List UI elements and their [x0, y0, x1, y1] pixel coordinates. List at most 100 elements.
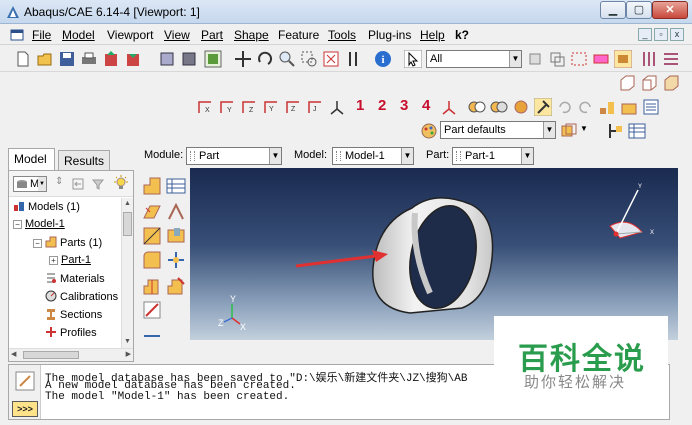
minimize-button[interactable]: ▁	[600, 1, 626, 19]
cycle-views-icon[interactable]	[344, 50, 362, 68]
scroll-left-icon[interactable]: ◀	[11, 350, 16, 358]
query-info-icon[interactable]: i	[374, 50, 392, 68]
rotate-icon[interactable]	[256, 50, 274, 68]
select-cursor-icon[interactable]	[404, 50, 422, 68]
tree-filter-select[interactable]: M ▼	[13, 176, 47, 192]
mdi-close-button[interactable]: x	[670, 28, 684, 41]
user-view-2[interactable]: 2	[378, 97, 386, 114]
menu-tools[interactable]: Tools	[328, 28, 356, 42]
render-wireframe-icon[interactable]	[158, 50, 176, 68]
menu-viewport[interactable]: Viewport	[107, 28, 153, 42]
display-group-icon[interactable]	[560, 122, 578, 140]
expand-icon[interactable]: +	[49, 256, 58, 265]
lightbulb-icon[interactable]	[113, 175, 129, 191]
import-icon[interactable]	[124, 50, 142, 68]
filter-icon[interactable]	[91, 177, 105, 191]
kernel-command-line-button[interactable]: >>>	[12, 401, 38, 417]
cylinder-shell-part[interactable]	[372, 197, 494, 315]
user-view-1[interactable]: 1	[356, 97, 364, 114]
tree-horizontal-scrollbar[interactable]: ◀ ▶	[9, 348, 133, 361]
part-manager-icon[interactable]	[166, 176, 186, 196]
view-front-icon[interactable]	[618, 74, 636, 92]
view-yz-icon[interactable]: Z	[284, 98, 302, 116]
select-region-icon[interactable]	[592, 50, 610, 68]
module-select[interactable]: Part ▼	[186, 147, 282, 165]
user-view-3[interactable]: 3	[400, 97, 408, 114]
surface-manager-icon[interactable]	[620, 98, 638, 116]
view-zx-icon[interactable]: J	[306, 98, 324, 116]
render-shaded-icon[interactable]	[204, 50, 222, 68]
view-solid-icon[interactable]	[662, 74, 680, 92]
open-folder-icon[interactable]	[36, 50, 54, 68]
view-triad-icon[interactable]	[440, 98, 458, 116]
menu-file[interactable]: File	[32, 28, 51, 42]
viewport-canvas[interactable]: Y X Z Y X	[190, 168, 678, 340]
hammer-icon[interactable]	[534, 98, 552, 116]
menu-view[interactable]: View	[164, 28, 190, 42]
palette-icon[interactable]	[420, 122, 438, 140]
message-area-icon[interactable]	[15, 371, 35, 391]
create-round-icon[interactable]	[142, 250, 162, 270]
grid-icon[interactable]	[662, 50, 680, 68]
create-wire-icon[interactable]	[142, 226, 162, 246]
menu-part[interactable]: Part	[201, 28, 223, 42]
scroll-up-icon[interactable]: ▲	[122, 198, 133, 210]
scrollbar-thumb[interactable]	[23, 351, 79, 359]
view-y-icon[interactable]: Y	[218, 98, 236, 116]
tree-node-profiles[interactable]: Profiles	[45, 326, 97, 339]
create-shell-icon[interactable]	[166, 202, 186, 222]
auto-fit-icon[interactable]	[322, 50, 340, 68]
view-x-icon[interactable]: X	[196, 98, 214, 116]
table-icon[interactable]	[628, 122, 646, 140]
collapse-icon[interactable]: −	[33, 239, 42, 248]
set-manager-icon[interactable]	[598, 98, 616, 116]
tab-results[interactable]: Results	[58, 150, 110, 170]
back-icon[interactable]	[71, 177, 85, 191]
tree-node-model-1[interactable]: − Model-1	[13, 218, 65, 230]
sketch-icon[interactable]	[142, 300, 162, 320]
context-help-button[interactable]: k?	[455, 28, 469, 42]
drag-select-icon[interactable]	[570, 50, 588, 68]
print-icon[interactable]	[80, 50, 98, 68]
create-part-icon[interactable]	[142, 176, 162, 196]
create-datum-icon[interactable]	[166, 250, 186, 270]
window-menu-icon[interactable]	[10, 28, 24, 42]
partition-icon[interactable]	[142, 276, 162, 296]
close-button[interactable]: ✕	[652, 1, 688, 19]
toolbox-toggle-icon[interactable]	[614, 50, 632, 68]
scroll-down-icon[interactable]: ▼	[122, 336, 133, 348]
mdi-minimize-button[interactable]: _	[638, 28, 652, 41]
tree-node-parts[interactable]: − Parts (1)	[33, 236, 102, 249]
view-z-icon[interactable]: Z	[240, 98, 258, 116]
columns-icon[interactable]	[640, 50, 658, 68]
translucency-icon[interactable]	[490, 98, 508, 116]
menu-model[interactable]: Model	[62, 28, 95, 42]
query-tool-icon[interactable]	[142, 326, 162, 346]
color-code-select[interactable]: Part defaults ▼	[440, 121, 556, 139]
menu-shape[interactable]: Shape	[234, 28, 269, 42]
tree-icon[interactable]	[606, 122, 624, 140]
pan-icon[interactable]	[234, 50, 252, 68]
new-file-icon[interactable]	[14, 50, 32, 68]
undo-icon[interactable]	[556, 98, 574, 116]
expand-collapse-icon[interactable]: ⇕	[55, 176, 63, 187]
redo-icon[interactable]	[576, 98, 594, 116]
create-cut-icon[interactable]	[166, 226, 186, 246]
tab-model[interactable]: Model	[8, 148, 55, 170]
feature-manager-icon[interactable]	[642, 98, 660, 116]
save-icon[interactable]	[58, 50, 76, 68]
tree-node-sections[interactable]: Sections	[45, 308, 102, 321]
select-entities-icon[interactable]	[548, 50, 566, 68]
tree-node-materials[interactable]: Materials	[45, 272, 105, 285]
part-select[interactable]: Part-1 ▼	[452, 147, 534, 165]
view-iso-icon[interactable]	[640, 74, 658, 92]
chevron-down-icon[interactable]: ▼	[580, 124, 588, 133]
selection-filter-select[interactable]: All ▼	[426, 50, 522, 68]
collapse-icon[interactable]: −	[13, 220, 22, 229]
create-solid-extrude-icon[interactable]	[142, 202, 162, 222]
sphere-icon[interactable]	[512, 98, 530, 116]
tree-node-models[interactable]: Models (1)	[13, 200, 80, 213]
mdi-restore-button[interactable]: ▫	[654, 28, 668, 41]
transparency-icon[interactable]	[468, 98, 486, 116]
menu-feature[interactable]: Feature	[278, 28, 319, 42]
